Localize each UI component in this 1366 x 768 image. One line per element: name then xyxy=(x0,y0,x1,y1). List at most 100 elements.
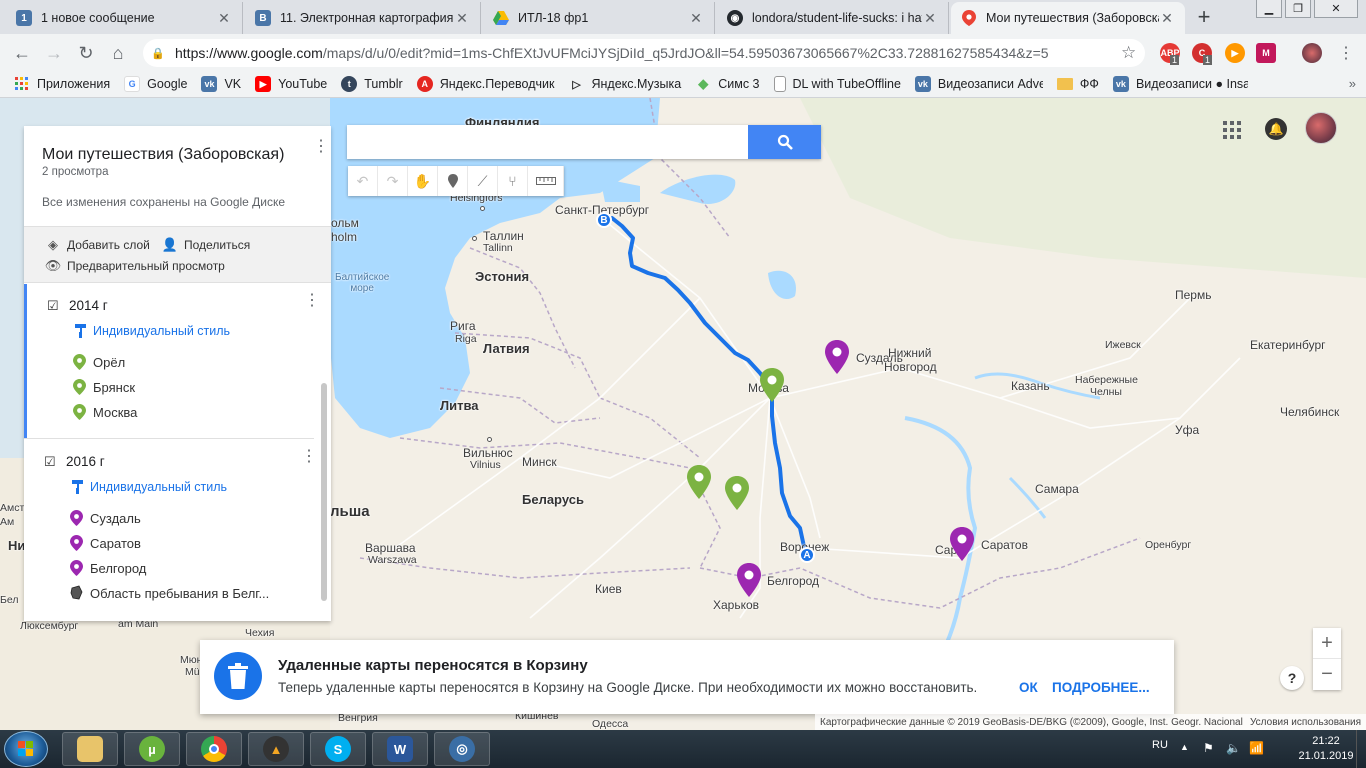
layer-options-icon[interactable]: ⋮ xyxy=(301,449,317,465)
forward-button[interactable]: → xyxy=(42,41,66,65)
new-tab-button[interactable]: + xyxy=(1190,4,1218,29)
list-item-suzdal[interactable]: Суздаль xyxy=(70,510,141,526)
marker-saratov[interactable] xyxy=(950,527,974,561)
bookmark-google[interactable]: G Google xyxy=(124,76,187,92)
bookmark-sims[interactable]: ◆ Симс 3 xyxy=(695,76,759,92)
language-indicator[interactable]: RU xyxy=(1152,739,1168,751)
list-item-saratov[interactable]: Саратов xyxy=(70,535,141,551)
extension-icon[interactable]: ▶ xyxy=(1225,43,1245,63)
marker-orel[interactable] xyxy=(725,476,749,510)
account-avatar[interactable] xyxy=(1305,112,1337,144)
taskbar-word[interactable]: W xyxy=(372,732,428,766)
notification-more-button[interactable]: ПОДРОБНЕЕ... xyxy=(1052,680,1150,695)
bookmark-yandex-music[interactable]: ▷ Яндекс.Музыка xyxy=(569,76,681,92)
layer-2016[interactable]: ☑ 2016 г ⋮ Индивидуальный стиль Суздаль С… xyxy=(24,440,320,621)
flag-icon[interactable]: ⚑ xyxy=(1203,741,1217,755)
close-tab-icon[interactable]: ✕ xyxy=(454,10,470,26)
list-item-belgorod[interactable]: Белгород xyxy=(70,560,146,576)
panel-scrollbar[interactable] xyxy=(321,383,327,601)
notifications-bell-icon[interactable]: 🔔 xyxy=(1265,118,1287,140)
bookmark-youtube[interactable]: ▶ YouTube xyxy=(255,76,327,92)
url-text[interactable]: https://www.google.com/maps/d/u/0/edit?m… xyxy=(175,45,1121,61)
layer-checkbox[interactable]: ☑ xyxy=(47,298,61,313)
route-point-b[interactable]: B xyxy=(596,212,612,228)
home-button[interactable]: ⌂ xyxy=(106,41,130,65)
back-button[interactable]: ← xyxy=(10,41,34,65)
list-item-orel[interactable]: Орёл xyxy=(73,354,125,370)
map-title[interactable]: Мои путешествия (Заборовская) xyxy=(42,146,284,164)
taskbar-network-tool[interactable]: ◎ xyxy=(434,732,490,766)
hand-tool-icon[interactable]: ✋ xyxy=(408,166,438,196)
minimize-button[interactable]: ▁ xyxy=(1256,0,1282,18)
share-button[interactable]: 👤 Поделиться xyxy=(161,237,250,253)
marker-suzdal[interactable] xyxy=(825,340,849,374)
map-canvas[interactable]: Финляндия Helsingfors Санкт-Петербург Та… xyxy=(0,98,1366,730)
restore-button[interactable]: ❐ xyxy=(1285,0,1311,18)
bookmark-star-icon[interactable]: ☆ xyxy=(1121,43,1145,63)
marker-moscow[interactable] xyxy=(760,368,784,402)
search-button[interactable] xyxy=(748,125,821,159)
list-item-bryansk[interactable]: Брянск xyxy=(73,379,135,395)
tray-expand-icon[interactable]: ▲ xyxy=(1180,742,1189,752)
close-tab-icon[interactable]: ✕ xyxy=(216,10,232,26)
add-directions-icon[interactable]: ⑂ xyxy=(498,166,528,196)
layer-style-link[interactable]: Индивидуальный стиль xyxy=(72,480,227,494)
help-button[interactable]: ? xyxy=(1280,666,1304,690)
zoom-in-button[interactable]: + xyxy=(1313,628,1341,659)
bookmark-folder-ff[interactable]: ФФ xyxy=(1056,77,1099,91)
close-tab-icon[interactable]: ✕ xyxy=(922,10,938,26)
tab-google-drive[interactable]: ИТЛ-18 фр1 ✕ xyxy=(483,2,715,34)
layer-name[interactable]: 2014 г xyxy=(69,298,108,313)
bookmark-vk-videos-insan[interactable]: vk Видеозаписи ● Insan xyxy=(1112,76,1248,92)
map-search-input[interactable] xyxy=(347,125,747,159)
show-desktop-button[interactable] xyxy=(1356,730,1366,768)
bookmark-tubeoffline[interactable]: DL with TubeOffline xyxy=(773,76,901,92)
taskbar-clock[interactable]: 21:22 21.01.2019 xyxy=(1296,734,1356,764)
add-layer-button[interactable]: ◈ Добавить слой xyxy=(44,237,150,253)
tab-vk-cartography[interactable]: В 11. Электронная картография.р ✕ xyxy=(245,2,481,34)
tab-github[interactable]: ◉ londora/student-life-sucks: i hat ✕ xyxy=(717,2,949,34)
notification-ok-button[interactable]: ОК xyxy=(1019,680,1038,695)
ruler-icon[interactable] xyxy=(528,166,564,196)
terms-link[interactable]: Условия использования xyxy=(1250,717,1361,728)
zoom-out-button[interactable]: − xyxy=(1313,659,1341,690)
draw-line-icon[interactable]: ⟋ xyxy=(468,166,498,196)
address-bar[interactable]: 🔒 https://www.google.com/maps/d/u/0/edit… xyxy=(143,39,1145,67)
taskbar-aimp[interactable]: ▲ xyxy=(248,732,304,766)
layer-options-icon[interactable]: ⋮ xyxy=(304,293,320,309)
close-tab-icon[interactable]: ✕ xyxy=(688,10,704,26)
bookmark-tumblr[interactable]: t Tumblr xyxy=(341,76,403,92)
bookmark-vk[interactable]: vk VK xyxy=(201,76,241,92)
tab-google-mymaps[interactable]: Мои путешествия (Заборовска ✕ xyxy=(951,2,1185,34)
bookmark-yandex-translate[interactable]: A Яндекс.Переводчик xyxy=(416,76,555,92)
google-apps-icon[interactable] xyxy=(1222,120,1242,140)
taskbar-skype[interactable]: S xyxy=(310,732,366,766)
layer-checkbox[interactable]: ☑ xyxy=(44,454,58,469)
layer-style-link[interactable]: Индивидуальный стиль xyxy=(75,324,230,338)
taskbar-explorer[interactable] xyxy=(62,732,118,766)
bookmark-apps[interactable]: Приложения xyxy=(14,76,110,92)
close-tab-icon[interactable]: ✕ xyxy=(1159,10,1175,26)
browser-menu-icon[interactable]: ⋮ xyxy=(1334,41,1358,65)
reload-button[interactable]: ↻ xyxy=(74,41,98,65)
preview-button[interactable]: 👁 Предварительный просмотр xyxy=(44,258,225,274)
close-window-button[interactable]: ✕ xyxy=(1314,0,1358,18)
layer-2014[interactable]: ☑ 2014 г ⋮ Индивидуальный стиль Орёл Брян… xyxy=(24,284,320,438)
route-point-a[interactable]: A xyxy=(799,547,815,563)
wifi-signal-icon[interactable]: 📶 xyxy=(1249,741,1264,755)
undo-icon[interactable]: ↶ xyxy=(348,166,378,196)
add-marker-icon[interactable] xyxy=(438,166,468,196)
list-item-belgorod-area[interactable]: Область пребывания в Белг... xyxy=(70,585,269,601)
layer-name[interactable]: 2016 г xyxy=(66,454,105,469)
bookmark-vk-videos-advent[interactable]: vk Видеозаписи Advent xyxy=(914,76,1043,92)
map-options-icon[interactable]: ⋮ xyxy=(313,139,329,155)
extension-icon[interactable]: M xyxy=(1256,43,1276,63)
bookmarks-overflow-icon[interactable]: » xyxy=(1349,76,1356,91)
marker-belgorod[interactable] xyxy=(737,563,761,597)
volume-icon[interactable]: 🔈 xyxy=(1226,741,1241,755)
profile-avatar-icon[interactable] xyxy=(1302,43,1322,63)
taskbar-utorrent[interactable]: µ xyxy=(124,732,180,766)
taskbar-chrome[interactable] xyxy=(186,732,242,766)
lock-icon[interactable]: 🔒 xyxy=(151,47,167,60)
list-item-moscow[interactable]: Москва xyxy=(73,404,137,420)
